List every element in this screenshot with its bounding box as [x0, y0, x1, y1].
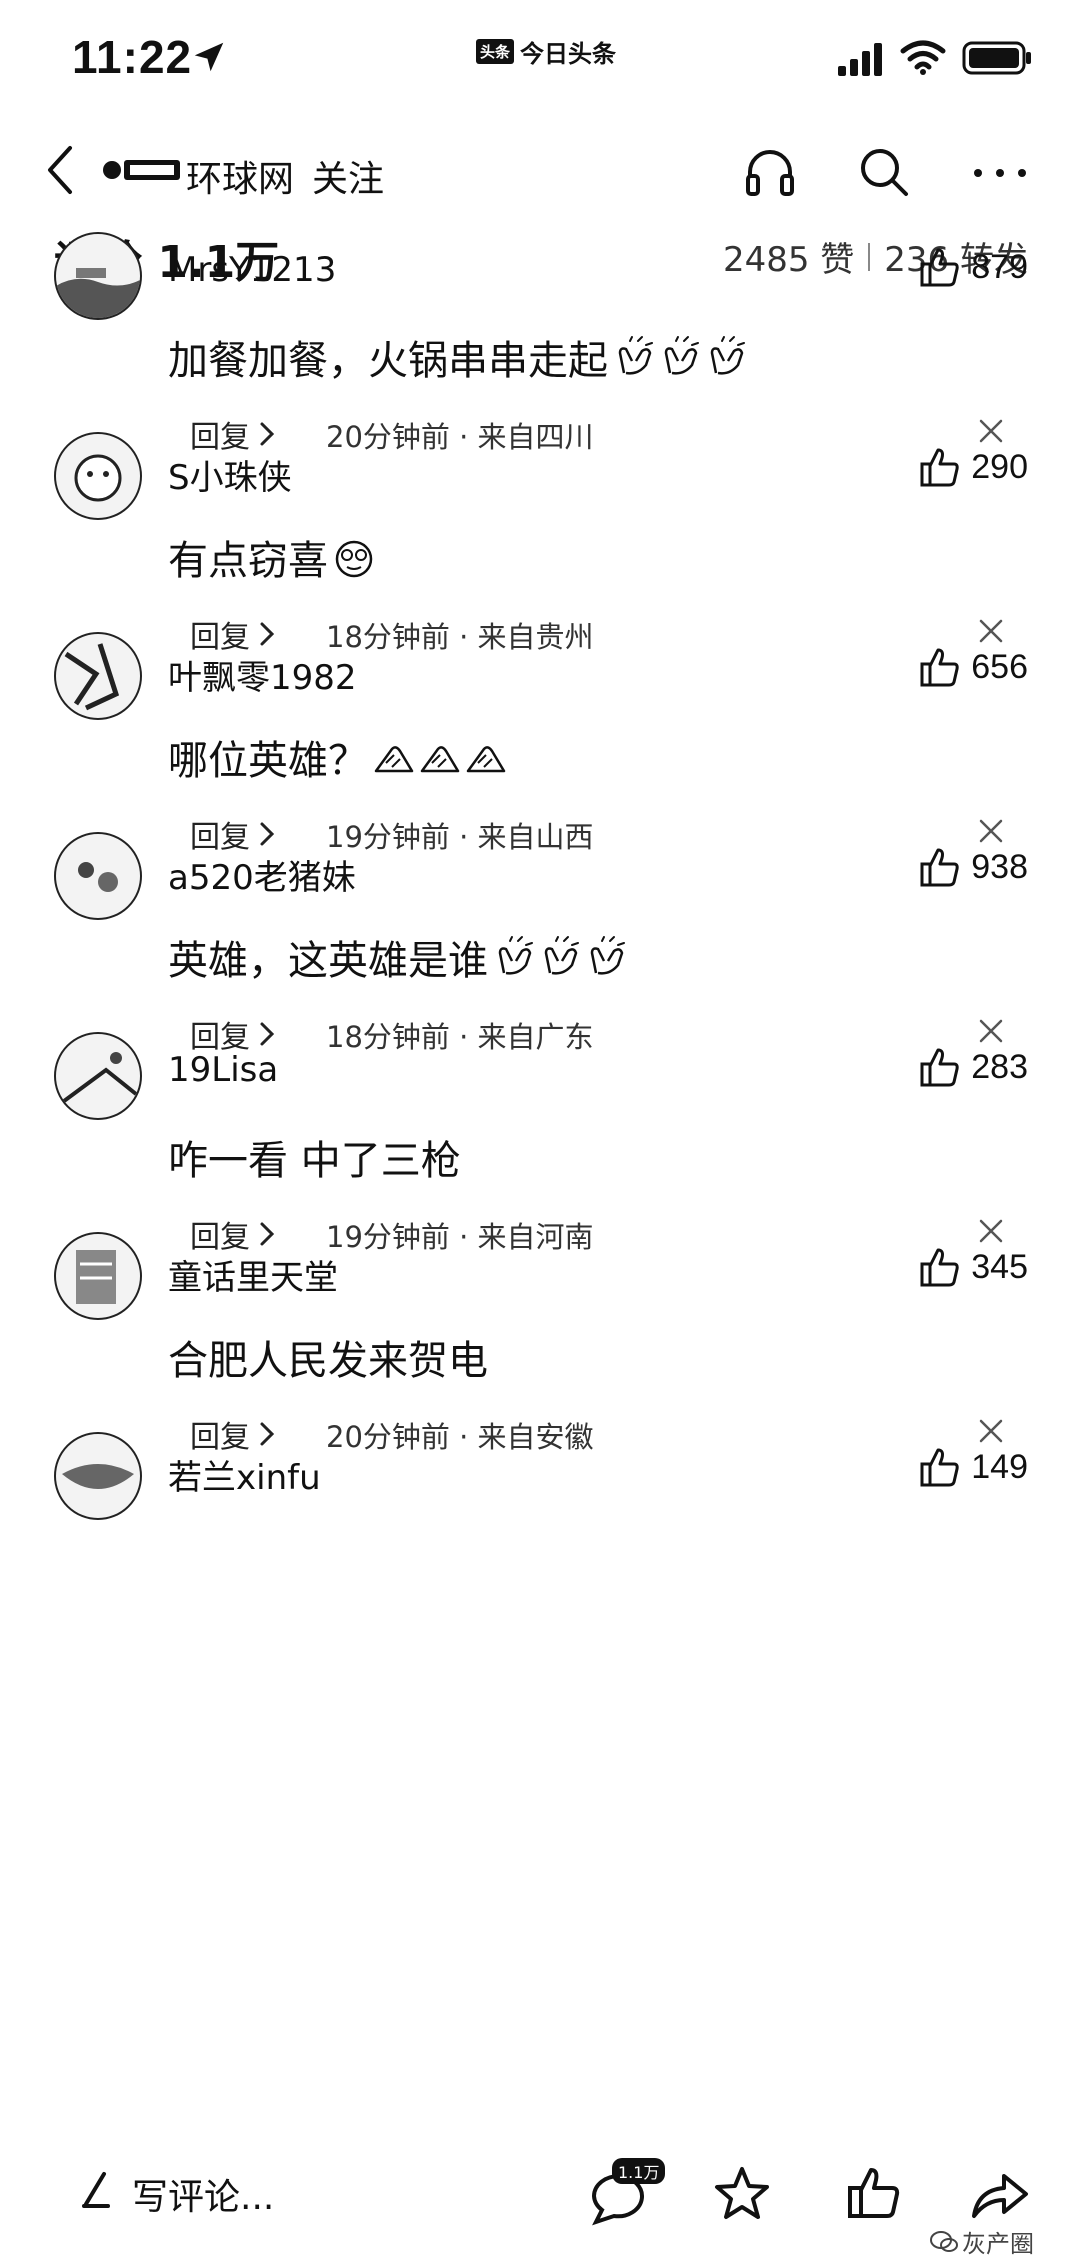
clapping-hands-emoji-icon	[544, 936, 579, 975]
comment-text-content: 合肥人民发来贺电	[168, 1338, 488, 1384]
comment-username[interactable]: 19Lisa	[168, 1050, 278, 1090]
app-logo-badge: 头条	[476, 39, 515, 64]
comment-text: 有点窃喜	[168, 528, 376, 586]
comment-like-count: 938	[971, 847, 1028, 886]
comment-like-count: 656	[971, 647, 1028, 686]
search-icon[interactable]	[856, 144, 912, 200]
write-comment-input[interactable]: 写评论...	[132, 2168, 274, 2220]
clapping-hands-emoji-icon	[498, 936, 533, 975]
wechat-icon	[930, 2230, 958, 2252]
comment-username[interactable]: 叶飘零1982	[168, 650, 357, 699]
status-app-label: 头条 今日头条	[476, 34, 616, 69]
clapping-hands-emoji-icon	[590, 936, 625, 975]
avatar[interactable]	[54, 1032, 142, 1120]
comment-like-button[interactable]: 283	[919, 1046, 1028, 1088]
comment-emoji-group	[612, 335, 748, 379]
star-icon[interactable]	[712, 2164, 772, 2224]
avatar[interactable]	[54, 432, 142, 520]
comment-like-count: 345	[971, 1247, 1028, 1286]
battery-icon	[962, 41, 1031, 75]
avatar[interactable]	[54, 1432, 142, 1520]
signal-icon	[838, 43, 882, 76]
watermark-text: 灰产圈	[962, 2230, 1034, 2258]
comment-like-count: 290	[971, 447, 1028, 486]
thumbs-up-icon	[920, 448, 959, 487]
comment-text: 哪位英雄？	[168, 728, 508, 786]
thumbs-up-icon	[920, 648, 959, 687]
account-logo-icon[interactable]	[100, 152, 184, 188]
comment-username[interactable]: 童话里天堂	[168, 1250, 338, 1299]
comment-emoji-group	[332, 535, 376, 579]
thumbs-up-icon	[920, 1048, 959, 1087]
thumbs-up-icon	[920, 848, 959, 887]
account-name[interactable]: 环球网	[186, 150, 294, 202]
comment-like-button[interactable]: 290	[919, 446, 1028, 488]
share-arrow-icon[interactable]	[968, 2166, 1032, 2222]
comment-count-badge: 1.1万	[612, 2158, 666, 2184]
comment-username[interactable]: MrsY1213	[168, 250, 336, 290]
fist-salute-emoji-icon	[374, 746, 414, 773]
pen-icon	[82, 2172, 110, 2208]
avatar[interactable]	[54, 232, 142, 320]
comment-text-content: 咋一看 中了三枪	[168, 1138, 461, 1184]
avatar[interactable]	[54, 1232, 142, 1320]
headphone-icon[interactable]	[742, 144, 798, 200]
clapping-hands-emoji-icon	[664, 336, 699, 375]
comment-username[interactable]: a520老猪妹	[168, 850, 356, 899]
comment-like-button[interactable]: 656	[919, 646, 1028, 688]
fist-salute-emoji-icon	[466, 746, 506, 773]
location-arrow-icon	[194, 42, 224, 72]
comment-like-button[interactable]: 149	[919, 1446, 1028, 1488]
back-chevron-icon[interactable]	[40, 140, 80, 200]
thumbs-up-icon	[920, 248, 959, 287]
comment-emoji-group	[492, 935, 628, 979]
comment-like-button[interactable]: 938	[919, 846, 1028, 888]
thumbs-up-icon	[920, 1248, 959, 1287]
thumbs-up-icon	[920, 1448, 959, 1487]
fist-salute-emoji-icon	[420, 746, 460, 773]
comment-text-content: 有点窃喜	[168, 538, 328, 584]
wifi-icon	[900, 40, 946, 75]
avatar[interactable]	[54, 832, 142, 920]
watermark: 灰产圈	[930, 2224, 1034, 2259]
follow-button[interactable]: 关注	[312, 150, 384, 202]
comment-like-count: 879	[971, 247, 1028, 286]
status-time: 11:22	[72, 31, 193, 83]
comment-like-count: 283	[971, 1047, 1028, 1086]
avatar[interactable]	[54, 632, 142, 720]
comment-text-content: 加餐加餐，火锅串串走起	[168, 338, 608, 384]
app-name: 今日头条	[520, 40, 617, 68]
comment-text: 加餐加餐，火锅串串走起	[168, 328, 748, 386]
comment-text-content: 英雄，这英雄是谁	[168, 938, 488, 984]
comment-like-count: 149	[971, 1447, 1028, 1486]
comment-text: 咋一看 中了三枪	[168, 1128, 461, 1186]
comment-text-content: 哪位英雄？	[168, 738, 368, 784]
comment-like-button[interactable]: 345	[919, 1246, 1028, 1288]
comment-emoji-group	[372, 735, 508, 779]
comment-item: 若兰xinfu 149	[0, 1432, 1080, 1722]
comment-username[interactable]: S小珠侠	[168, 450, 292, 499]
comment-text: 英雄，这英雄是谁	[168, 928, 628, 986]
more-icon[interactable]	[968, 150, 1032, 196]
dizzy-face-emoji-icon	[335, 540, 373, 578]
comment-text: 合肥人民发来贺电	[168, 1328, 488, 1386]
comment-username[interactable]: 若兰xinfu	[168, 1450, 321, 1499]
clapping-hands-emoji-icon	[710, 336, 745, 375]
comment-like-button[interactable]: 879	[919, 246, 1028, 288]
thumbs-up-icon[interactable]	[846, 2164, 902, 2220]
clapping-hands-emoji-icon	[618, 336, 653, 375]
